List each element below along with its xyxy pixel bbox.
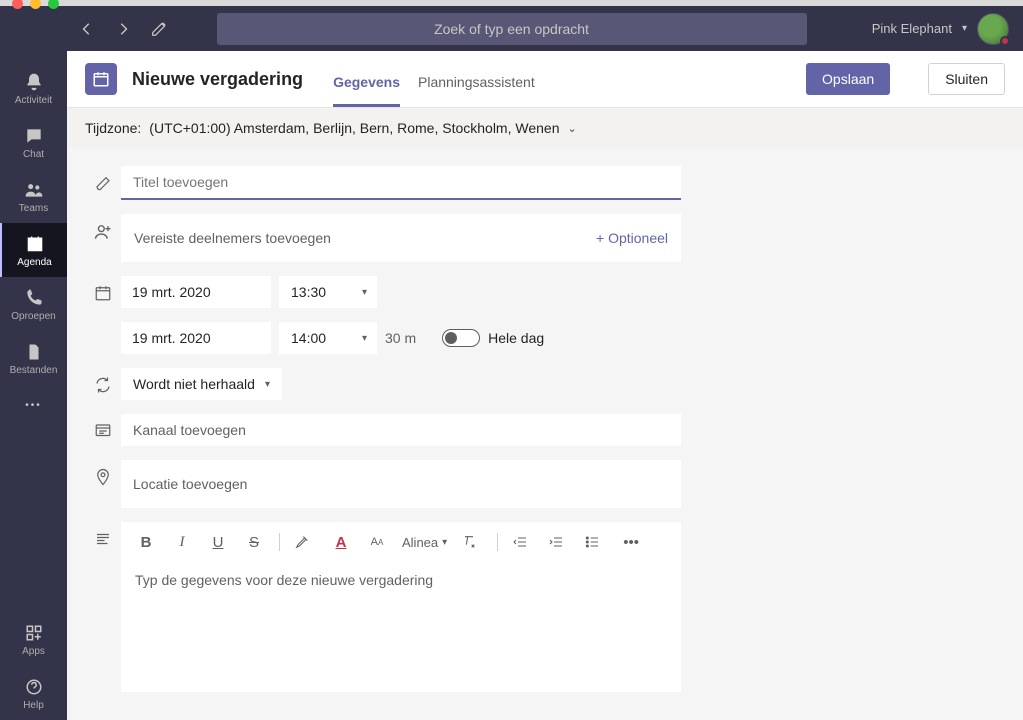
presence-indicator <box>1000 36 1010 46</box>
rail-label: Bestanden <box>10 365 58 376</box>
people-icon <box>23 179 45 201</box>
calendar-range-icon <box>85 276 121 302</box>
repeat-icon <box>85 368 121 394</box>
meeting-form: Vereiste deelnemers toevoegen + Optionee… <box>67 148 1023 706</box>
rte-underline-button[interactable]: U <box>207 534 229 551</box>
chevron-down-icon: ▾ <box>362 333 367 344</box>
location-input[interactable]: Locatie toevoegen <box>121 460 681 508</box>
nav-forward-button[interactable] <box>114 20 132 38</box>
rail-teams[interactable]: Teams <box>0 169 67 223</box>
more-icon: ••• <box>23 394 45 416</box>
help-icon <box>23 676 45 698</box>
rail-label: Activiteit <box>15 95 52 106</box>
person-add-icon <box>85 214 121 242</box>
all-day-label: Hele dag <box>488 330 544 346</box>
app-rail: Activiteit Chat Teams Agenda Oproepen Be… <box>0 51 67 720</box>
rail-agenda[interactable]: Agenda <box>0 223 67 277</box>
rte-strike-button[interactable]: S <box>243 534 265 551</box>
compose-new-button[interactable] <box>150 20 168 38</box>
chevron-down-icon: ⌄ <box>567 122 576 135</box>
meeting-editor: Nieuwe vergadering Gegevens Planningsass… <box>67 51 1023 720</box>
user-menu-chevron-icon[interactable]: ▾ <box>962 23 967 34</box>
start-time-input[interactable]: 13:30▾ <box>279 276 377 308</box>
rail-files[interactable]: Bestanden <box>0 331 67 385</box>
rail-help[interactable]: Help <box>0 666 67 720</box>
zoom-window-button[interactable] <box>48 0 59 9</box>
rte-clear-format-button[interactable] <box>461 534 483 550</box>
rail-label: Help <box>23 700 44 711</box>
rte-more-button[interactable]: ••• <box>620 534 642 551</box>
rail-more[interactable]: ••• <box>0 385 67 425</box>
required-attendees-input[interactable]: Vereiste deelnemers toevoegen + Optionee… <box>121 214 681 262</box>
description-icon <box>85 522 121 548</box>
rich-text-editor[interactable]: B I U S A AA Alinea ▾ <box>121 522 681 692</box>
minimize-window-button[interactable] <box>30 0 41 9</box>
toolbar-separator <box>279 533 280 551</box>
tab-scheduling-assistant[interactable]: Planningsassistent <box>418 74 535 107</box>
rte-bold-button[interactable]: B <box>135 534 157 551</box>
phone-icon <box>23 287 45 309</box>
channel-input[interactable]: Kanaal toevoegen <box>121 414 681 446</box>
optional-attendees-link[interactable]: + Optioneel <box>596 230 668 246</box>
search-placeholder: Zoek of typ een opdracht <box>434 21 589 37</box>
page-title: Nieuwe vergadering <box>132 69 303 90</box>
chevron-down-icon: ▾ <box>362 287 367 298</box>
rail-label: Agenda <box>17 257 51 268</box>
calendar-icon <box>24 233 46 255</box>
search-input[interactable]: Zoek of typ een opdracht <box>217 13 807 45</box>
rail-apps[interactable]: Apps <box>0 612 67 666</box>
rte-toolbar: B I U S A AA Alinea ▾ <box>121 522 681 562</box>
apps-icon <box>23 622 45 644</box>
close-button[interactable]: Sluiten <box>928 63 1005 95</box>
rte-fontcolor-button[interactable]: A <box>330 534 352 551</box>
rte-outdent-button[interactable] <box>512 534 534 550</box>
rail-calls[interactable]: Oproepen <box>0 277 67 331</box>
rail-label: Chat <box>23 149 44 160</box>
chat-icon <box>23 125 45 147</box>
attendees-placeholder: Vereiste deelnemers toevoegen <box>134 230 331 246</box>
close-window-button[interactable] <box>12 0 23 9</box>
channel-icon <box>85 414 121 440</box>
meeting-tabs: Gegevens Planningsassistent <box>333 51 535 107</box>
rte-paragraph-select[interactable]: Alinea ▾ <box>402 535 447 550</box>
file-icon <box>23 341 45 363</box>
start-date-input[interactable]: 19 mrt. 2020 <box>121 276 271 308</box>
save-button[interactable]: Opslaan <box>806 63 890 95</box>
location-pin-icon <box>85 460 121 486</box>
rte-highlight-button[interactable] <box>294 534 316 550</box>
rail-chat[interactable]: Chat <box>0 115 67 169</box>
tab-details[interactable]: Gegevens <box>333 74 400 107</box>
rail-label: Apps <box>22 646 45 657</box>
all-day-toggle[interactable] <box>442 329 480 347</box>
rte-fontsize-button[interactable]: AA <box>366 536 388 548</box>
chevron-down-icon: ▾ <box>265 379 270 390</box>
rte-bullets-button[interactable] <box>584 534 606 550</box>
recurrence-select[interactable]: Wordt niet herhaald ▾ <box>121 368 282 400</box>
timezone-value: (UTC+01:00) Amsterdam, Berlijn, Bern, Ro… <box>149 120 559 136</box>
rail-label: Teams <box>19 203 48 214</box>
timezone-label: Tijdzone: <box>85 120 141 136</box>
rte-indent-button[interactable] <box>548 534 570 550</box>
app-topbar: Zoek of typ een opdracht Pink Elephant ▾ <box>0 6 1023 51</box>
toolbar-separator <box>497 533 498 551</box>
avatar[interactable] <box>977 13 1009 45</box>
rte-body[interactable]: Typ de gegevens voor deze nieuwe vergade… <box>121 562 681 692</box>
timezone-selector[interactable]: Tijdzone: (UTC+01:00) Amsterdam, Berlijn… <box>67 108 1023 148</box>
pencil-icon <box>85 166 121 192</box>
rail-label: Oproepen <box>11 311 55 322</box>
current-user-name[interactable]: Pink Elephant <box>872 21 952 36</box>
meeting-duration: 30 m <box>385 330 416 346</box>
rail-activity[interactable]: Activiteit <box>0 61 67 115</box>
rte-italic-button[interactable]: I <box>171 534 193 551</box>
end-date-input[interactable]: 19 mrt. 2020 <box>121 322 271 354</box>
bell-icon <box>23 71 45 93</box>
window-controls[interactable] <box>12 0 59 9</box>
meeting-header: Nieuwe vergadering Gegevens Planningsass… <box>67 51 1023 108</box>
end-time-input[interactable]: 14:00▾ <box>279 322 377 354</box>
meeting-title-input[interactable] <box>121 166 681 200</box>
nav-back-button[interactable] <box>78 20 96 38</box>
calendar-badge-icon <box>85 63 117 95</box>
